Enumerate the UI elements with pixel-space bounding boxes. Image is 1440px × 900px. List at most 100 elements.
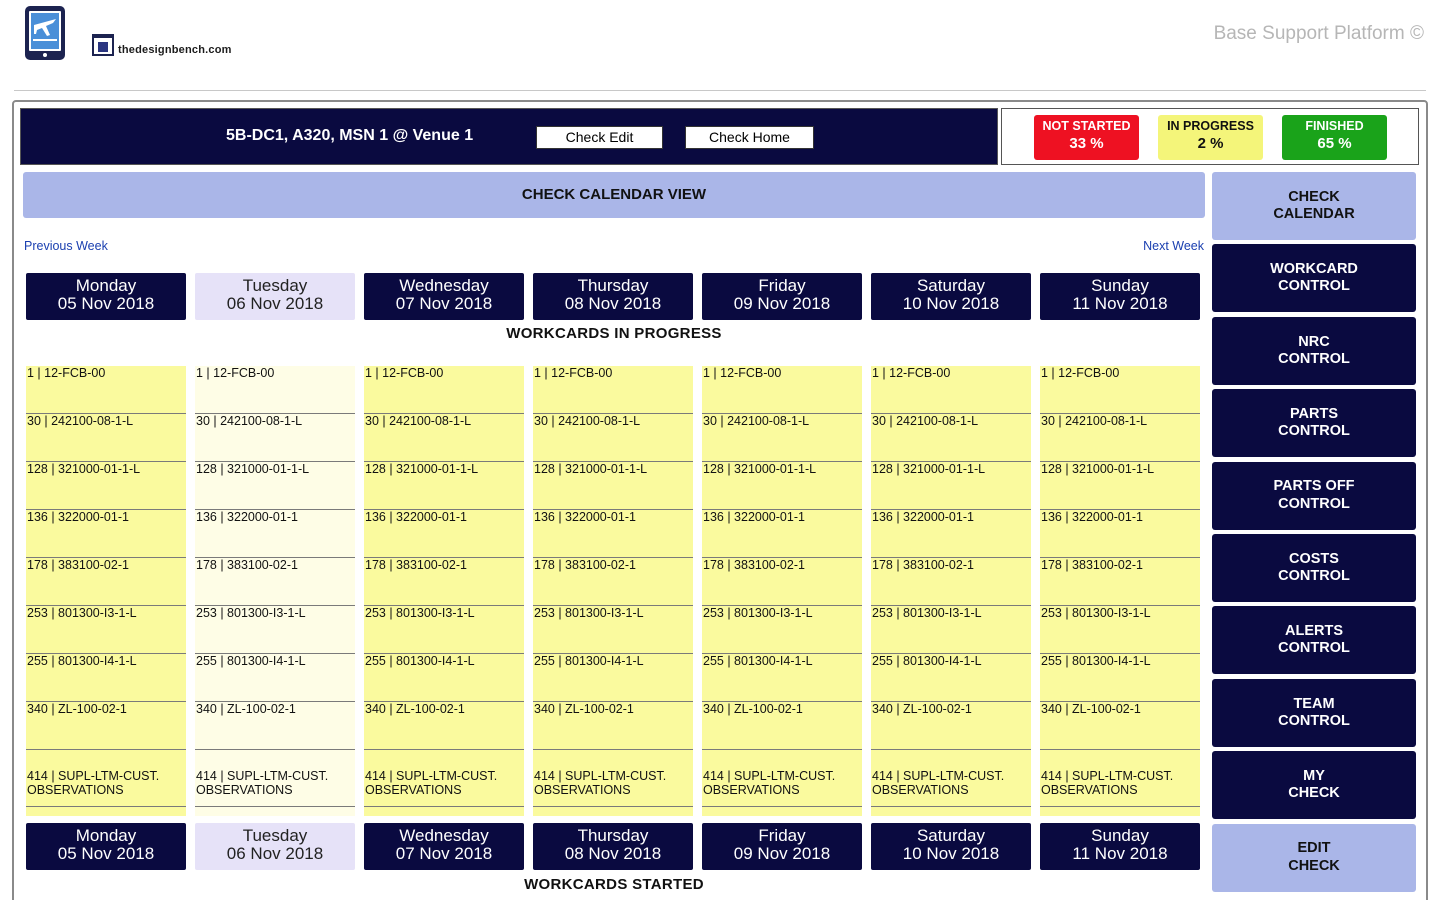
workcard-item[interactable]: 128 | 321000-01-1-L: [364, 462, 524, 510]
day-date: 08 Nov 2018: [564, 293, 662, 313]
workcard-item[interactable]: 255 | 801300-I4-1-L: [26, 654, 186, 702]
workcard-item[interactable]: 414 | SUPL-LTM-CUST. OBSERVATIONS: [871, 750, 1031, 807]
workcard-item[interactable]: 253 | 801300-I3-1-L: [364, 606, 524, 654]
workcard-item[interactable]: 30 | 242100-08-1-L: [533, 414, 693, 462]
day-header-sunday[interactable]: Sunday 11 Nov 2018: [1040, 273, 1200, 320]
day-header-monday[interactable]: Monday 05 Nov 2018: [26, 273, 186, 320]
check-home-button[interactable]: Check Home: [685, 126, 814, 149]
workcard-item[interactable]: 340 | ZL-100-02-1: [1040, 702, 1200, 750]
workcard-item[interactable]: 178 | 383100-02-1: [364, 558, 524, 606]
workcard-item[interactable]: 30 | 242100-08-1-L: [1040, 414, 1200, 462]
workcard-item[interactable]: 414 | SUPL-LTM-CUST. OBSERVATIONS: [195, 750, 355, 807]
workcard-item[interactable]: 340 | ZL-100-02-1: [702, 702, 862, 750]
menu-check-calendar-button[interactable]: CHECK CALENDAR: [1212, 172, 1416, 240]
workcard-item[interactable]: 30 | 242100-08-1-L: [26, 414, 186, 462]
workcard-item[interactable]: 1 | 12-FCB-00: [364, 366, 524, 414]
menu-workcard-control-button[interactable]: WORKCARD CONTROL: [1212, 244, 1416, 313]
workcard-item[interactable]: 1 | 12-FCB-00: [1040, 366, 1200, 414]
workcard-item[interactable]: 340 | ZL-100-02-1: [533, 702, 693, 750]
workcard-item[interactable]: 253 | 801300-I3-1-L: [1040, 606, 1200, 654]
check-edit-button[interactable]: Check Edit: [536, 126, 663, 149]
menu-team-control-button[interactable]: TEAM CONTROL: [1212, 678, 1416, 747]
workcard-item[interactable]: 414 | SUPL-LTM-CUST. OBSERVATIONS: [533, 750, 693, 807]
workcard-item[interactable]: 1 | 12-FCB-00: [533, 366, 693, 414]
day-header-saturday[interactable]: Saturday 10 Nov 2018: [871, 273, 1031, 320]
day-header-thursday[interactable]: Thursday 08 Nov 2018: [533, 273, 693, 320]
workcard-item[interactable]: 136 | 322000-01-1: [871, 510, 1031, 558]
workcard-item[interactable]: 178 | 383100-02-1: [533, 558, 693, 606]
calendar-title: CHECK CALENDAR VIEW: [23, 172, 1205, 218]
workcard-item[interactable]: 253 | 801300-I3-1-L: [871, 606, 1031, 654]
workcard-item[interactable]: 178 | 383100-02-1: [26, 558, 186, 606]
day-header-friday[interactable]: Friday 09 Nov 2018: [702, 273, 862, 320]
workcard-item[interactable]: 1 | 12-FCB-00: [871, 366, 1031, 414]
menu-edit-check-button[interactable]: EDIT CHECK: [1212, 823, 1416, 892]
day-header-saturday[interactable]: Saturday 10 Nov 2018: [871, 823, 1031, 870]
menu-nrc-control-button[interactable]: NRC CONTROL: [1212, 316, 1416, 385]
day-header-tuesday[interactable]: Tuesday 06 Nov 2018: [195, 823, 355, 870]
workcard-item[interactable]: 136 | 322000-01-1: [195, 510, 355, 558]
day-header-wednesday[interactable]: Wednesday 07 Nov 2018: [364, 273, 524, 320]
workcard-item[interactable]: 128 | 321000-01-1-L: [26, 462, 186, 510]
workcard-item[interactable]: 178 | 383100-02-1: [702, 558, 862, 606]
workcard-columns: 1 | 12-FCB-00 30 | 242100-08-1-L 128 | 321…: [26, 366, 1200, 816]
day-header-sunday[interactable]: Sunday 11 Nov 2018: [1040, 823, 1200, 870]
workcard-item[interactable]: 30 | 242100-08-1-L: [702, 414, 862, 462]
workcard-item[interactable]: 136 | 322000-01-1: [1040, 510, 1200, 558]
workcard-item[interactable]: 414 | SUPL-LTM-CUST. OBSERVATIONS: [26, 750, 186, 807]
workcard-item[interactable]: 1 | 12-FCB-00: [702, 366, 862, 414]
workcard-item[interactable]: 253 | 801300-I3-1-L: [26, 606, 186, 654]
workcard-item[interactable]: 128 | 321000-01-1-L: [1040, 462, 1200, 510]
day-header-monday[interactable]: Monday 05 Nov 2018: [26, 823, 186, 870]
menu-parts-control-button[interactable]: PARTS CONTROL: [1212, 389, 1416, 458]
next-week-link[interactable]: Next Week: [1143, 239, 1204, 253]
workcard-item[interactable]: 340 | ZL-100-02-1: [364, 702, 524, 750]
previous-week-link[interactable]: Previous Week: [24, 239, 108, 253]
workcard-item[interactable]: 255 | 801300-I4-1-L: [871, 654, 1031, 702]
day-header-wednesday[interactable]: Wednesday 07 Nov 2018: [364, 823, 524, 870]
workcard-item[interactable]: 414 | SUPL-LTM-CUST. OBSERVATIONS: [702, 750, 862, 807]
workcard-item[interactable]: 255 | 801300-I4-1-L: [702, 654, 862, 702]
brand-logo: thedesignbench.com: [92, 34, 232, 56]
aircraft-bar: 5B-DC1, A320, MSN 1 @ Venue 1 Check Edit…: [20, 108, 998, 165]
day-header-friday[interactable]: Friday 09 Nov 2018: [702, 823, 862, 870]
menu-my-check-button[interactable]: MY CHECK: [1212, 751, 1416, 820]
workcard-item[interactable]: 178 | 383100-02-1: [1040, 558, 1200, 606]
workcard-item[interactable]: 136 | 322000-01-1: [364, 510, 524, 558]
workcard-item[interactable]: 30 | 242100-08-1-L: [364, 414, 524, 462]
workcard-item[interactable]: 414 | SUPL-LTM-CUST. OBSERVATIONS: [1040, 750, 1200, 807]
workcard-item[interactable]: 255 | 801300-I4-1-L: [533, 654, 693, 702]
menu-alerts-control-button[interactable]: ALERTS CONTROL: [1212, 606, 1416, 675]
workcard-item[interactable]: 30 | 242100-08-1-L: [195, 414, 355, 462]
workcard-item[interactable]: 1 | 12-FCB-00: [195, 366, 355, 414]
day-name: Monday: [75, 276, 137, 295]
workcard-item[interactable]: 255 | 801300-I4-1-L: [195, 654, 355, 702]
workcard-item[interactable]: 253 | 801300-I3-1-L: [195, 606, 355, 654]
menu-costs-control-button[interactable]: COSTS CONTROL: [1212, 533, 1416, 602]
day-header-thursday[interactable]: Thursday 08 Nov 2018: [533, 823, 693, 870]
workcard-item[interactable]: 128 | 321000-01-1-L: [702, 462, 862, 510]
workcard-item[interactable]: 253 | 801300-I3-1-L: [533, 606, 693, 654]
workcard-item[interactable]: 128 | 321000-01-1-L: [871, 462, 1031, 510]
workcard-item[interactable]: 414 | SUPL-LTM-CUST. OBSERVATIONS: [364, 750, 524, 807]
status-finished: FINISHED 65 %: [1282, 115, 1387, 160]
workcard-item[interactable]: 340 | ZL-100-02-1: [195, 702, 355, 750]
workcard-item[interactable]: 255 | 801300-I4-1-L: [364, 654, 524, 702]
workcard-item[interactable]: 178 | 383100-02-1: [195, 558, 355, 606]
workcard-item[interactable]: 128 | 321000-01-1-L: [195, 462, 355, 510]
workcard-item[interactable]: 136 | 322000-01-1: [26, 510, 186, 558]
workcard-item[interactable]: 340 | ZL-100-02-1: [26, 702, 186, 750]
workcard-item[interactable]: 340 | ZL-100-02-1: [871, 702, 1031, 750]
day-header-tuesday[interactable]: Tuesday 06 Nov 2018: [195, 273, 355, 320]
workcard-item[interactable]: 30 | 242100-08-1-L: [871, 414, 1031, 462]
workcard-item[interactable]: 136 | 322000-01-1: [702, 510, 862, 558]
workcard-item[interactable]: 1 | 12-FCB-00: [26, 366, 186, 414]
workcard-item[interactable]: 253 | 801300-I3-1-L: [702, 606, 862, 654]
menu-parts-off-control-button[interactable]: PARTS OFF CONTROL: [1212, 461, 1416, 530]
day-name: Sunday: [1091, 826, 1149, 845]
workcard-item[interactable]: 128 | 321000-01-1-L: [533, 462, 693, 510]
workcard-item[interactable]: 178 | 383100-02-1: [871, 558, 1031, 606]
workcard-column-monday: 1 | 12-FCB-00 30 | 242100-08-1-L 128 | 321…: [26, 366, 186, 816]
workcard-item[interactable]: 255 | 801300-I4-1-L: [1040, 654, 1200, 702]
workcard-item[interactable]: 136 | 322000-01-1: [533, 510, 693, 558]
